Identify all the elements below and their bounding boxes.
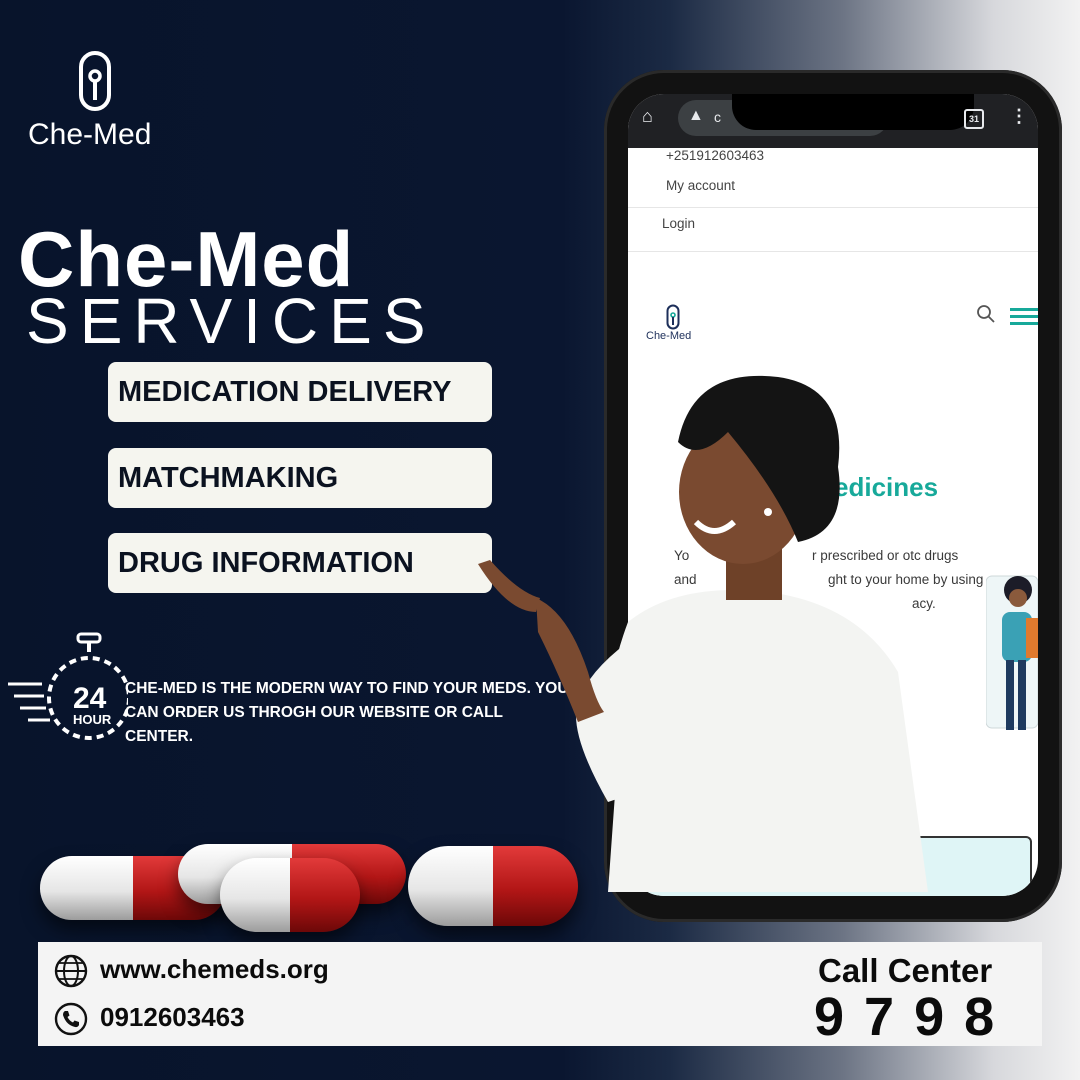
capsule-pill	[220, 858, 360, 932]
website-link[interactable]: www.chemeds.org	[100, 954, 329, 985]
menu-login[interactable]: Login	[628, 216, 1038, 252]
phone-number[interactable]: 0912603463	[100, 1002, 245, 1033]
hamburger-menu-icon[interactable]	[1010, 308, 1038, 329]
heading-subtitle: SERVICES	[26, 285, 437, 357]
more-menu-icon[interactable]: ⋮	[1010, 106, 1028, 127]
service-drug-information: DRUG INFORMATION	[108, 533, 492, 593]
menu-my-account[interactable]: My account	[628, 178, 1038, 208]
call-center-number[interactable]: 9798	[814, 986, 1014, 1048]
woman-pointing-illustration	[478, 375, 928, 892]
call-center-label: Call Center	[818, 952, 993, 989]
site-logo-text: Che-Med	[646, 330, 692, 342]
browser-toolbar: ⌂ ▲ c 31 ⋮	[628, 94, 1038, 148]
illustration-people	[986, 575, 1038, 730]
tab-count-icon[interactable]: 31	[964, 109, 984, 129]
badge-unit: HOUR	[73, 712, 112, 727]
brand-name: Che-Med	[28, 118, 152, 151]
menu-phone[interactable]: +251912603463	[628, 148, 1038, 170]
globe-icon	[54, 954, 88, 988]
service-medication-delivery: MEDICATION DELIVERY	[108, 362, 492, 422]
home-icon[interactable]: ⌂	[642, 106, 653, 127]
warning-icon: ▲	[688, 107, 704, 124]
site-logo[interactable]: Che-Med	[646, 304, 706, 342]
capsule-logo-icon	[79, 51, 111, 111]
stopwatch-24-hour-icon: 24 HOUR	[8, 632, 128, 740]
url-text: c	[714, 109, 721, 125]
search-icon[interactable]	[976, 304, 996, 324]
phone-icon	[54, 1002, 88, 1036]
service-matchmaking: MATCHMAKING	[108, 448, 492, 508]
phone-notch	[732, 94, 974, 130]
capsule-logo-icon	[666, 304, 680, 330]
badge-number: 24	[73, 682, 107, 715]
